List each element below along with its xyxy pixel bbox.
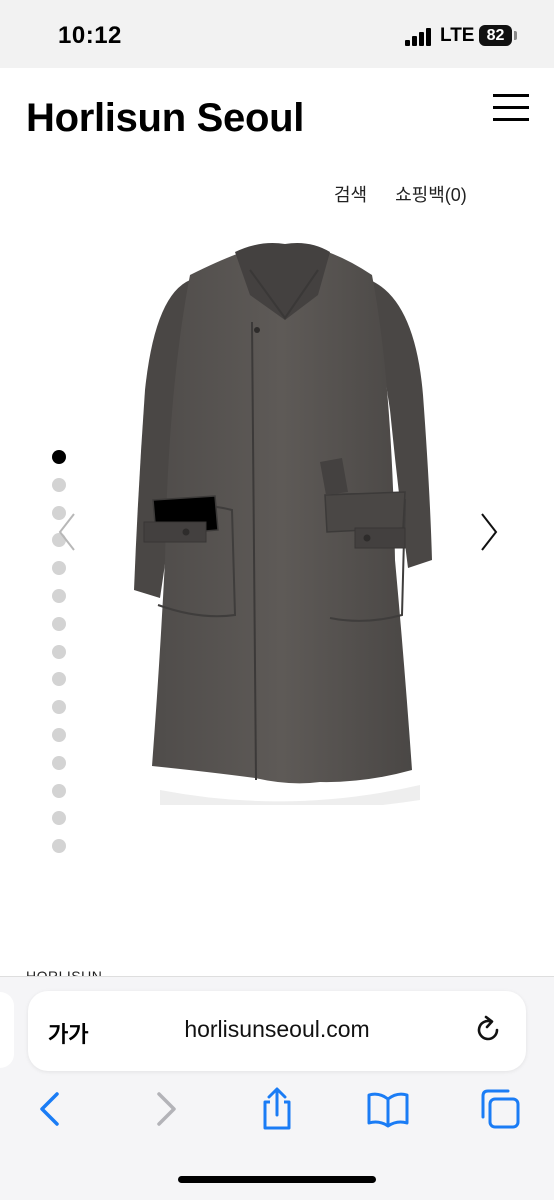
carousel-dot[interactable] xyxy=(52,700,66,715)
carousel-dot[interactable] xyxy=(52,839,66,854)
previous-tab-peek[interactable] xyxy=(0,992,14,1068)
carousel-dot[interactable] xyxy=(52,811,66,826)
carousel-prev-arrow-icon[interactable] xyxy=(54,510,80,554)
carousel-dot[interactable] xyxy=(52,616,66,631)
url-text[interactable]: horlisunseoul.com xyxy=(28,1016,526,1043)
site-logo[interactable]: Horlisun Seoul xyxy=(26,96,304,141)
address-bar[interactable]: 가가 horlisunseoul.com xyxy=(28,991,526,1071)
coat-product-image xyxy=(134,243,432,805)
carousel-dot[interactable] xyxy=(52,477,66,492)
carousel-dot[interactable] xyxy=(52,588,66,603)
carousel-dot[interactable] xyxy=(52,561,66,576)
shopping-bag-link[interactable]: 쇼핑백(0) xyxy=(395,181,467,207)
carousel-next-arrow-icon[interactable] xyxy=(476,510,502,554)
search-link[interactable]: 검색 xyxy=(334,181,367,207)
hamburger-menu-icon[interactable] xyxy=(493,94,529,122)
battery-icon: 82 xyxy=(479,25,512,46)
signal-icon xyxy=(405,28,435,46)
reload-icon[interactable] xyxy=(472,1014,504,1046)
carousel-dot[interactable] xyxy=(52,450,66,464)
carousel-dot[interactable] xyxy=(52,672,66,687)
product-image-carousel[interactable] xyxy=(0,220,554,860)
carousel-dot[interactable] xyxy=(52,727,66,742)
tabs-icon[interactable] xyxy=(478,1087,522,1131)
share-icon[interactable] xyxy=(255,1087,299,1131)
carousel-dot[interactable] xyxy=(52,644,66,659)
browser-chrome: 가가 horlisunseoul.com xyxy=(0,976,554,1200)
status-bar: 10:12 LTE 82 xyxy=(0,0,554,68)
carousel-dot[interactable] xyxy=(52,755,66,770)
network-label: LTE xyxy=(440,25,475,46)
carousel-dot[interactable] xyxy=(52,783,66,798)
status-time: 10:12 xyxy=(58,22,122,49)
battery-cap xyxy=(514,31,517,40)
home-indicator[interactable] xyxy=(178,1176,376,1183)
bookmarks-icon[interactable] xyxy=(366,1087,410,1131)
header-links: 검색 쇼핑백(0) xyxy=(334,181,467,207)
back-icon[interactable] xyxy=(28,1087,72,1131)
forward-icon[interactable] xyxy=(144,1087,188,1131)
product-brand: HORLISUN xyxy=(26,968,103,976)
